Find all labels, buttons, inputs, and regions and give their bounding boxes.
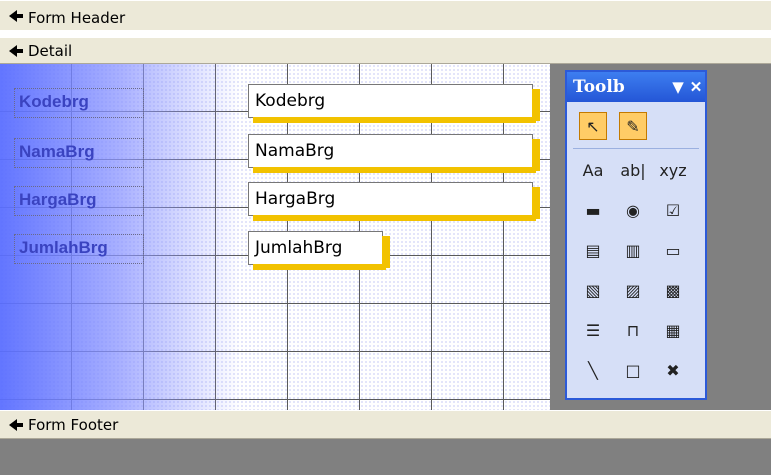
textbox-hargabrg[interactable]: HargaBrg (248, 182, 540, 221)
list-box-tool[interactable]: ▥ (619, 236, 647, 264)
check-box-tool[interactable]: ☑ (659, 196, 687, 224)
page-break-tool[interactable]: ☰ (579, 316, 607, 344)
form-footer-area[interactable] (0, 439, 771, 475)
form-header-label: Form Header (28, 9, 126, 27)
label-kodebrg[interactable]: Kodebrg (14, 88, 144, 118)
form-header-section-bar[interactable]: Form Header (0, 0, 771, 38)
dropdown-icon[interactable]: ▼ (669, 78, 687, 96)
label-hargabrg[interactable]: HargaBrg (14, 186, 144, 216)
toolbox-title-bar[interactable]: Toolb ▼ ✕ (567, 72, 705, 102)
tab-control-tool[interactable]: ⊓ (619, 316, 647, 344)
rectangle-tool[interactable]: □ (619, 356, 647, 384)
select-objects-tool[interactable]: ↖ (579, 112, 607, 140)
textbox-jumlahbrg[interactable]: JumlahBrg (248, 231, 390, 270)
image-tool[interactable]: ▧ (579, 276, 607, 304)
option-button-tool[interactable]: ◉ (619, 196, 647, 224)
textbox-namabrg[interactable]: NamaBrg (248, 134, 540, 173)
textbox-kodebrg[interactable]: Kodebrg (248, 84, 540, 123)
text-box-tool[interactable]: ab| (619, 156, 647, 184)
design-grid[interactable]: Kodebrg Kodebrg NamaBrg NamaBrg HargaBrg… (0, 64, 550, 410)
more-controls-tool[interactable]: ✖ (659, 356, 687, 384)
toolbox-separator (573, 148, 699, 149)
command-button-tool[interactable]: ▭ (659, 236, 687, 264)
line-tool[interactable]: ╲ (579, 356, 607, 384)
label-tool[interactable]: Aa (579, 156, 607, 184)
toolbox-title: Toolb (573, 77, 625, 97)
section-arrow-icon (9, 10, 23, 22)
option-group-tool[interactable]: xyz (659, 156, 687, 184)
control-wizards-tool[interactable]: ✎ (619, 112, 647, 140)
section-arrow-icon (9, 44, 23, 57)
label-jumlahbrg[interactable]: JumlahBrg (14, 234, 144, 264)
combo-box-tool[interactable]: ▤ (579, 236, 607, 264)
toggle-button-tool[interactable]: ▬ (579, 196, 607, 224)
toolbox-panel[interactable]: Toolb ▼ ✕ ↖ ✎ Aa ab| xyz ▬ ◉ ☑ ▤ ▥ ▭ ▧ ▨ ▩ ☰ ⊓ ▦ ╲ □ ✖ (565, 70, 707, 400)
form-footer-section-bar[interactable]: Form Footer (0, 410, 771, 439)
detail-label: Detail (28, 41, 73, 60)
subform-tool[interactable]: ▦ (659, 316, 687, 344)
bound-object-frame-tool[interactable]: ▩ (659, 276, 687, 304)
label-namabrg[interactable]: NamaBrg (14, 138, 144, 168)
detail-section-bar[interactable]: Detail (0, 37, 771, 64)
close-icon[interactable]: ✕ (687, 78, 705, 96)
unbound-object-frame-tool[interactable]: ▨ (619, 276, 647, 304)
form-footer-label: Form Footer (28, 415, 119, 434)
section-arrow-icon (9, 418, 23, 431)
